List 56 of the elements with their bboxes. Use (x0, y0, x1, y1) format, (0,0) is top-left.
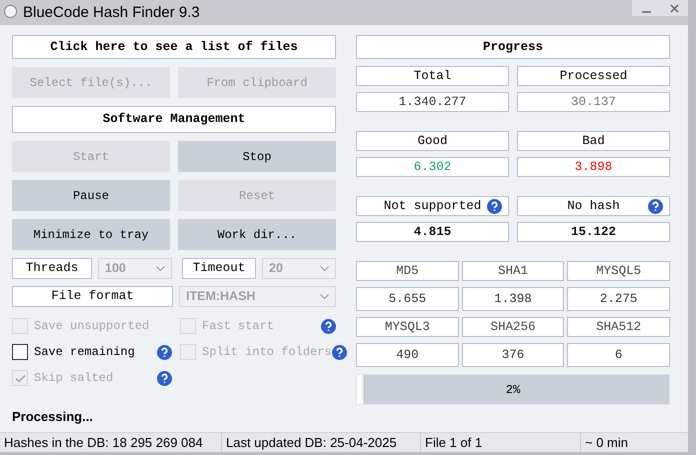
stat-value: 6.302 (356, 157, 509, 177)
stat-label: Good (356, 131, 509, 151)
window-title: BlueCode Hash Finder 9.3 (23, 3, 200, 23)
hash-label: SHA512 (567, 317, 670, 337)
hash-label: SHA256 (462, 317, 564, 337)
status-text: Processing... (12, 408, 94, 426)
status-field: Last updated DB: 25-04-2025 (221, 433, 420, 452)
action-button[interactable]: Minimize to tray (12, 219, 170, 250)
section-heading: Progress (356, 35, 670, 59)
stat-label: Bad (517, 131, 670, 151)
close-icon[interactable] (670, 4, 678, 12)
file-list-button[interactable]: Click here to see a list of files (12, 35, 336, 59)
stat-value: 3.898 (517, 157, 670, 177)
stat-value: 1.340.277 (356, 92, 509, 112)
field-label: File format (12, 286, 173, 307)
hash-label: MYSQL5 (567, 261, 670, 281)
logo-icon (4, 5, 17, 18)
hash-count: 6 (567, 343, 670, 367)
stat-label: No hash (517, 196, 670, 216)
option-label: Split into folders (202, 344, 332, 361)
action-button[interactable]: Pause (12, 180, 170, 211)
stat-value: 4.815 (356, 222, 509, 242)
help-icon[interactable] (648, 199, 663, 214)
option-label: Save remaining (34, 344, 136, 361)
hash-count: 5.655 (356, 287, 459, 311)
hash-label: SHA1 (462, 261, 564, 281)
field-label: Timeout (182, 258, 256, 279)
chevron-icon (320, 294, 329, 299)
stat-value: 30.137 (517, 92, 670, 112)
field-label: Threads (12, 258, 92, 279)
stat-label: Total (356, 66, 509, 86)
hash-count: 1.398 (462, 287, 564, 311)
chevron-icon (320, 266, 329, 271)
hash-count: 2.275 (567, 287, 670, 311)
status-field: File 1 of 1 (420, 433, 580, 452)
option-label: Save unsupported (34, 318, 150, 335)
help-icon[interactable] (487, 199, 502, 214)
checkbox[interactable] (12, 344, 28, 360)
stat-value: 15.122 (517, 222, 670, 242)
section-heading: Software Management (12, 106, 336, 133)
chevron-icon (156, 266, 165, 271)
hash-label: MYSQL3 (356, 317, 459, 337)
action-button[interactable]: Work dir... (178, 219, 336, 250)
help-icon[interactable] (157, 344, 172, 360)
progress-reading: 2% (506, 382, 520, 398)
stat-label: Processed (517, 66, 670, 86)
action-button[interactable]: Stop (178, 141, 336, 172)
stat-label: Not supported (356, 196, 509, 216)
status-field: ~ 0 min (580, 433, 688, 452)
status-field: Hashes in the DB: 18 295 269 084 (0, 433, 221, 452)
hash-count: 490 (356, 343, 459, 367)
check-icon (14, 374, 26, 382)
option-label: Fast start (202, 318, 276, 335)
hash-count: 376 (462, 343, 564, 367)
hash-label: MD5 (356, 261, 459, 281)
option-label: Skip salted (34, 370, 114, 387)
